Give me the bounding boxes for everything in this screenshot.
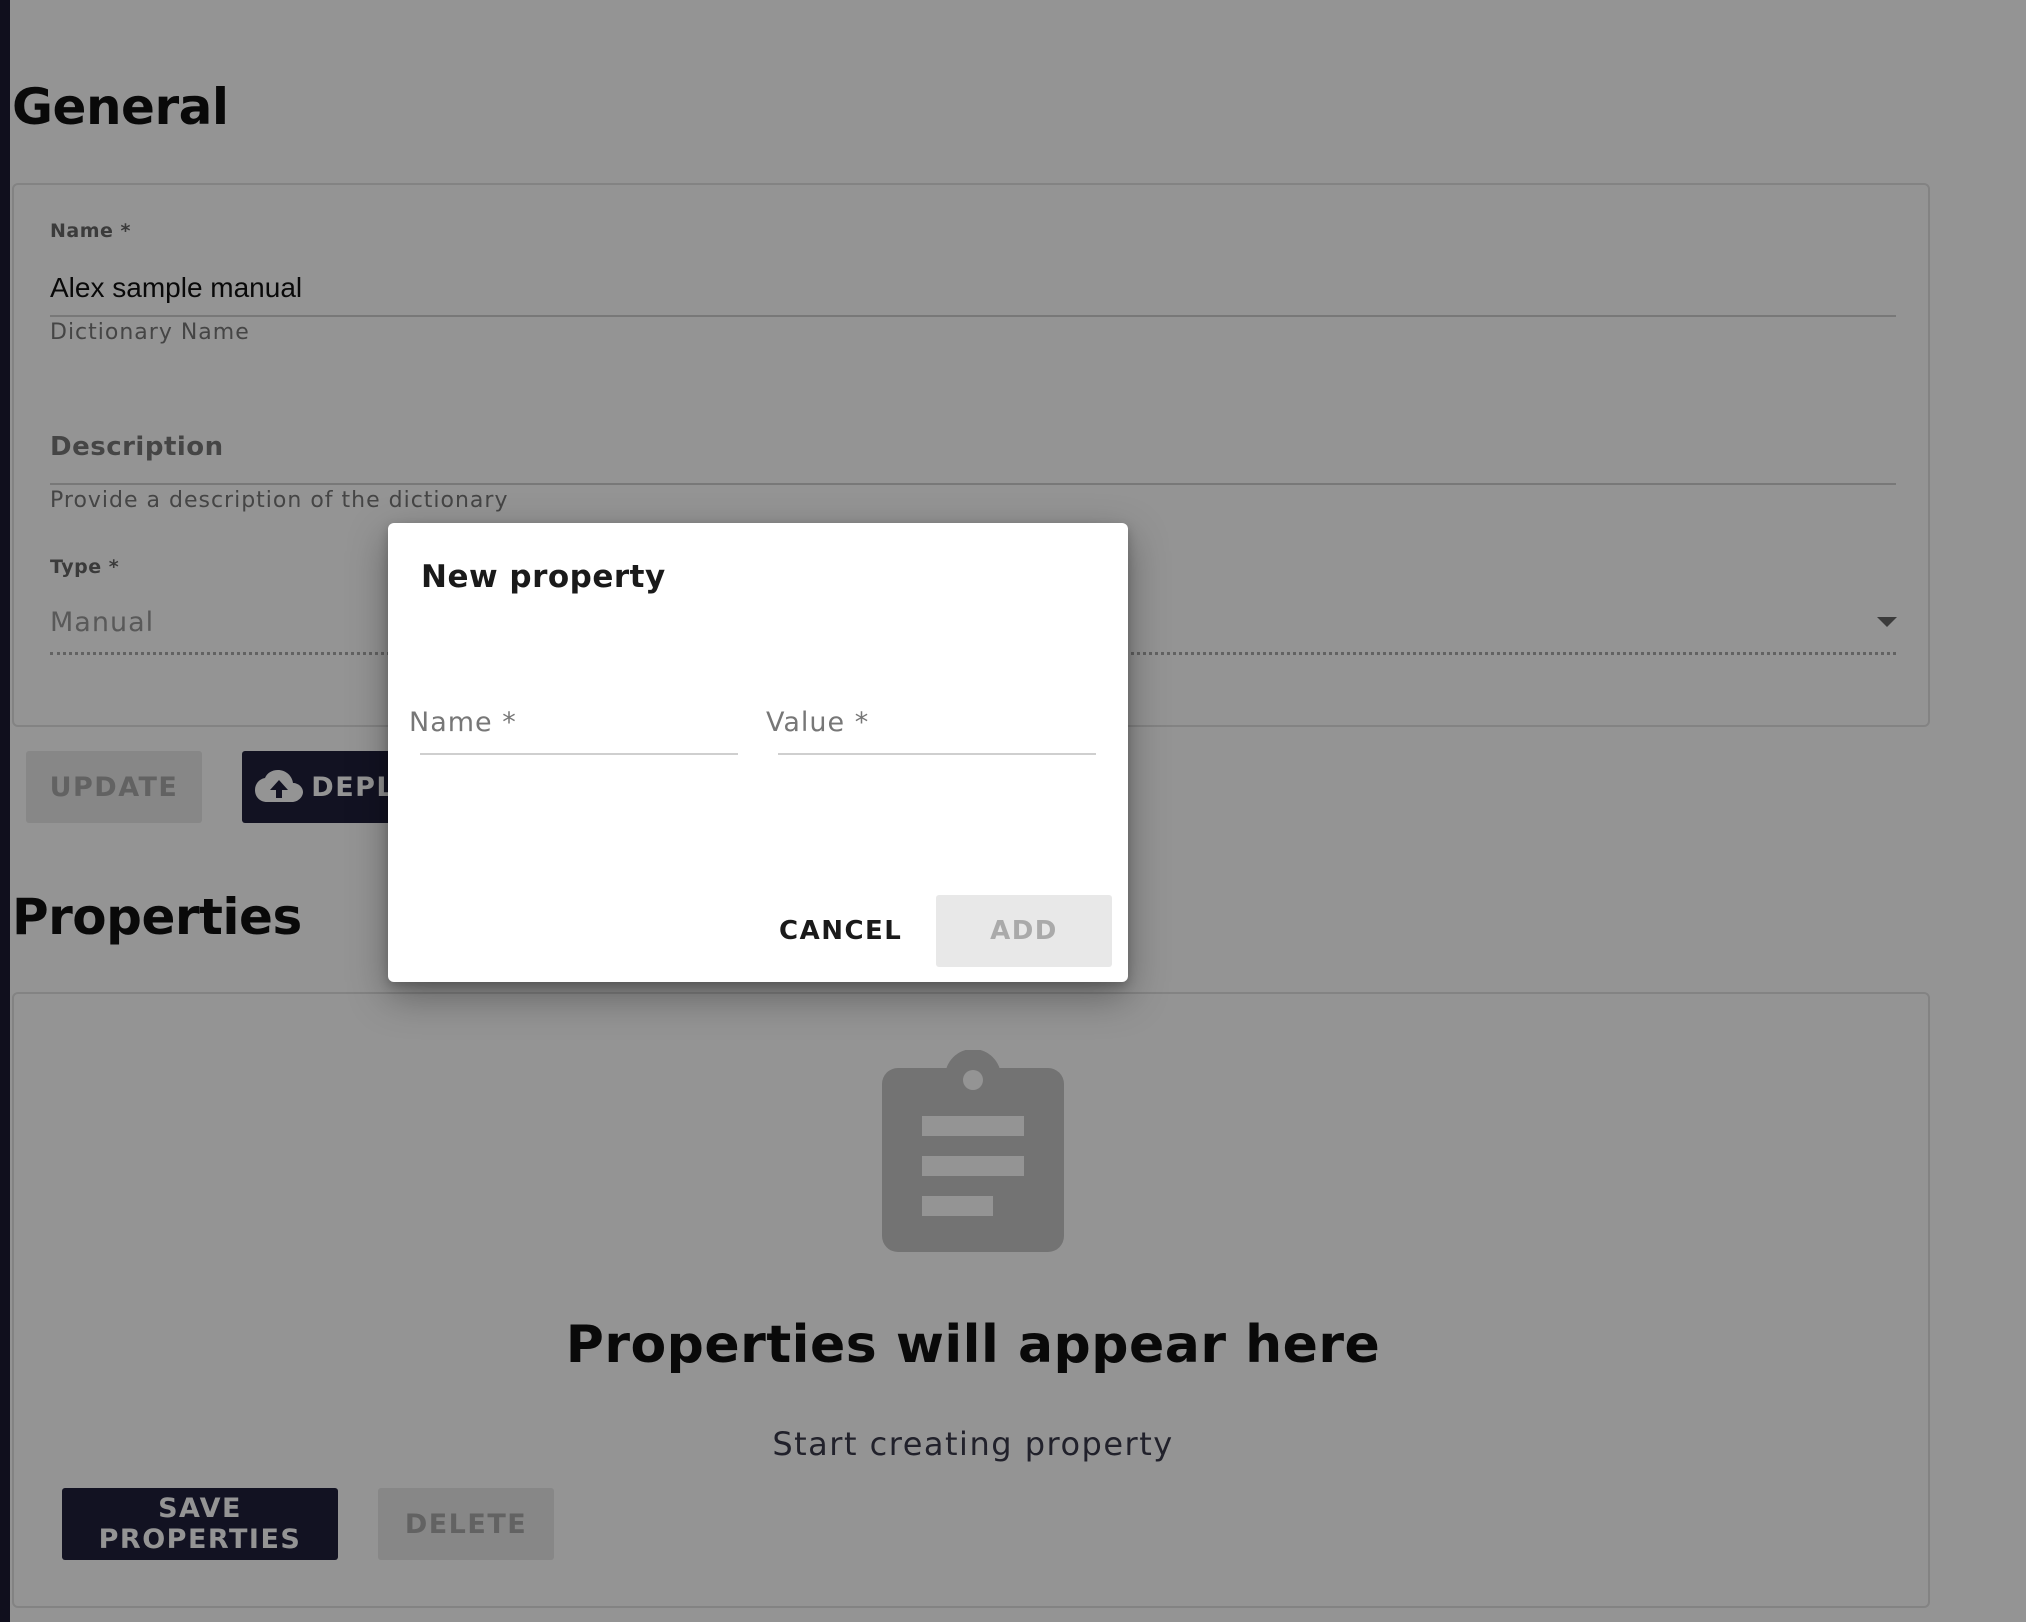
property-value-label: Value * — [766, 707, 870, 738]
add-button[interactable]: ADD — [936, 895, 1112, 967]
cancel-button[interactable]: CANCEL — [779, 916, 902, 946]
new-property-dialog: New property Name * Value * CANCEL ADD — [388, 523, 1128, 982]
dialog-title: New property — [421, 559, 666, 595]
property-name-label: Name * — [409, 707, 517, 738]
